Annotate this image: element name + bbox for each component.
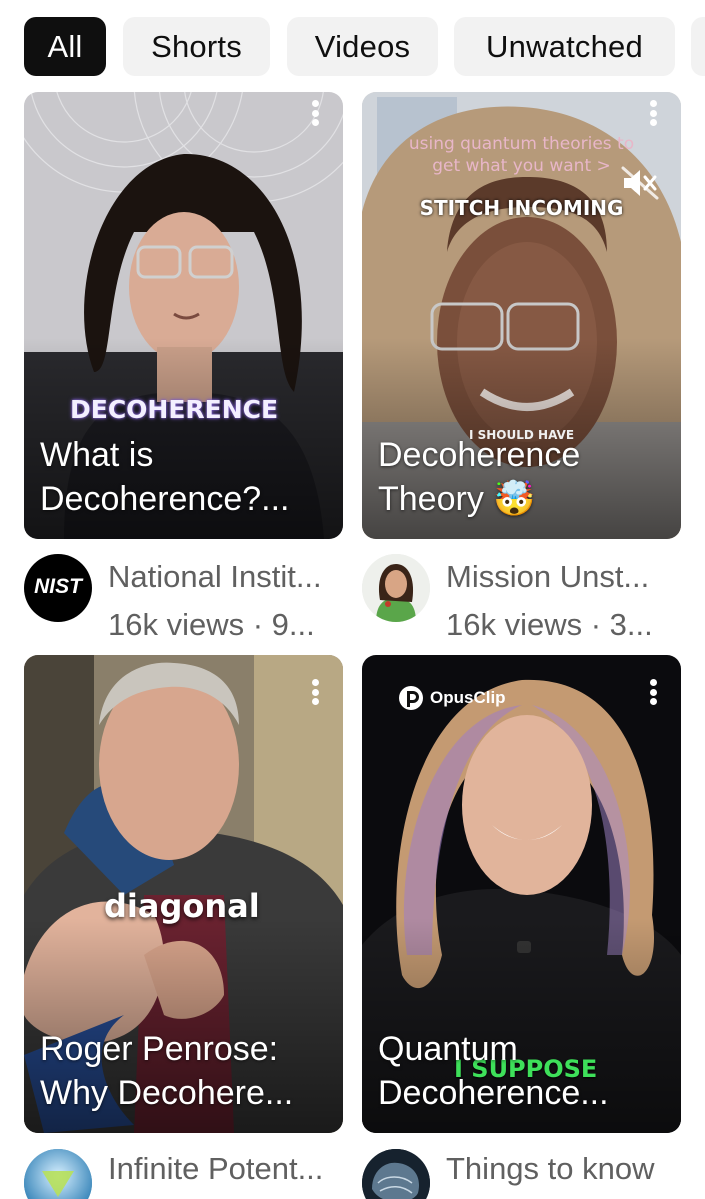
overlay-text: using quantum theories to xyxy=(408,134,635,154)
chip-more[interactable] xyxy=(691,17,705,76)
video-title: What is Decoherence?... xyxy=(40,436,290,518)
video-meta: Mission Unst... 16k views · 3... xyxy=(446,557,681,645)
opusclip-watermark: OpusClip xyxy=(398,685,506,711)
avatar-image xyxy=(362,554,430,622)
more-vert-icon[interactable] xyxy=(643,677,663,707)
channel-avatar[interactable] xyxy=(362,554,430,622)
video-caption: DECOHERENCE xyxy=(70,395,279,424)
channel-avatar[interactable] xyxy=(24,1149,92,1199)
video-meta: Infinite Potent... xyxy=(108,1149,343,1189)
opusclip-logo-icon xyxy=(399,686,423,710)
video-caption: diagonal xyxy=(104,887,260,925)
more-vert-icon[interactable] xyxy=(305,677,325,707)
video-stats: 16k views · 3... xyxy=(446,607,653,642)
video-stats: 16k views · 9... xyxy=(108,607,315,642)
video-thumbnail[interactable]: DECOHERENCE What is Decoherence?... xyxy=(24,92,343,539)
channel-name[interactable]: Things to know xyxy=(446,1149,681,1189)
video-title: Decoherence Theory 🤯 xyxy=(378,436,581,518)
channel-name[interactable]: National Instit... xyxy=(108,557,343,597)
video-thumbnail[interactable]: using quantum theories to get what you w… xyxy=(362,92,681,539)
filter-chip-bar: All Shorts Videos Unwatched xyxy=(0,0,705,92)
video-meta: National Instit... 16k views · 9... xyxy=(108,557,343,645)
chip-unwatched[interactable]: Unwatched xyxy=(454,17,675,76)
more-vert-icon[interactable] xyxy=(643,98,663,128)
channel-name[interactable]: Mission Unst... xyxy=(446,557,681,597)
chip-shorts[interactable]: Shorts xyxy=(123,17,270,76)
channel-avatar[interactable]: NIST xyxy=(24,554,92,622)
channel-avatar[interactable] xyxy=(362,1149,430,1199)
volume-off-icon[interactable] xyxy=(621,166,659,200)
more-vert-icon[interactable] xyxy=(305,98,325,128)
avatar-image xyxy=(24,1149,92,1199)
opusclip-label: OpusClip xyxy=(430,688,506,707)
video-meta: Things to know xyxy=(446,1149,681,1189)
avatar-image xyxy=(362,1149,430,1199)
video-thumbnail[interactable]: OpusClip I SUPPOSE Quantum Decoherence..… xyxy=(362,655,681,1133)
video-title: Roger Penrose: Why Decohere... xyxy=(40,1030,294,1112)
video-title: Quantum Decoherence... xyxy=(378,1030,609,1112)
video-thumbnail[interactable]: diagonal Roger Penrose: Why Decohere... xyxy=(24,655,343,1133)
nist-logo: NIST xyxy=(34,575,82,598)
chip-videos[interactable]: Videos xyxy=(287,17,438,76)
channel-name[interactable]: Infinite Potent... xyxy=(108,1149,343,1189)
chip-all[interactable]: All xyxy=(24,17,106,76)
